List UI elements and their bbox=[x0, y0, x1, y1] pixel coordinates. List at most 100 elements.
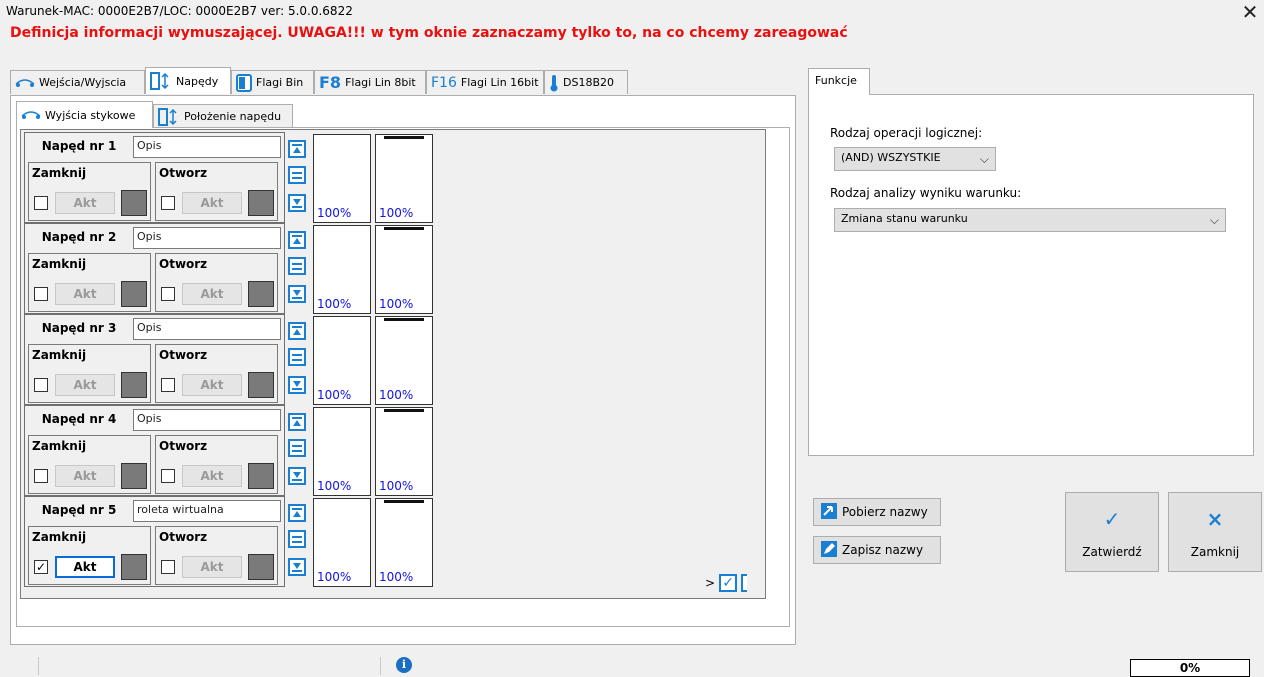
drive-icon bbox=[150, 72, 172, 90]
tab-flagi-bin[interactable]: Flagi Bin bbox=[231, 70, 314, 94]
open-checkbox[interactable] bbox=[161, 469, 175, 483]
close-checkbox[interactable] bbox=[34, 378, 48, 392]
download-names-icon bbox=[820, 502, 838, 523]
drive-down-button[interactable] bbox=[288, 558, 306, 576]
fetch-names-button[interactable]: Pobierz nazwy bbox=[813, 498, 941, 526]
position-percent: 100% bbox=[317, 206, 352, 220]
analysis-label: Rodzaj analizy wyniku warunku: bbox=[830, 186, 1022, 200]
drive-stop-button[interactable] bbox=[288, 166, 306, 184]
drive-down-button[interactable] bbox=[288, 194, 306, 212]
close-group: Zamknij Akt bbox=[28, 162, 151, 221]
drive-stop-button[interactable] bbox=[288, 348, 306, 366]
drive-stop-button[interactable] bbox=[288, 530, 306, 548]
tilt-percent: 100% bbox=[379, 206, 414, 220]
tab-wejscia-wyjscia[interactable]: Wejścia/Wyjscia bbox=[10, 70, 145, 94]
partial-button[interactable] bbox=[741, 574, 748, 592]
open-checkbox[interactable] bbox=[161, 287, 175, 301]
drive-up-button[interactable] bbox=[288, 322, 306, 340]
open-state-indicator bbox=[248, 463, 274, 489]
open-group: Otworz Akt bbox=[155, 526, 278, 585]
edit-names-icon bbox=[820, 540, 838, 561]
open-checkbox[interactable] bbox=[161, 378, 175, 392]
tab-funkcje[interactable]: Funkcje bbox=[808, 68, 870, 95]
tab-ds18b20[interactable]: DS18B20 bbox=[544, 70, 628, 94]
drive-name: Napęd nr 2 bbox=[41, 230, 117, 244]
io-icon bbox=[15, 78, 35, 88]
next-page-button[interactable]: > bbox=[705, 576, 715, 590]
subtab-polozenie-napedu[interactable]: Położenie napędu bbox=[153, 104, 293, 128]
close-state-indicator bbox=[121, 281, 147, 307]
analysis-type-select[interactable]: Zmiana stanu warunku ⌵ bbox=[834, 208, 1226, 232]
close-icon: × bbox=[1206, 507, 1224, 531]
drive-up-button[interactable] bbox=[288, 231, 306, 249]
confirm-button[interactable]: ✓ Zatwierdź bbox=[1065, 492, 1159, 572]
window-title: Warunek-MAC: 0000E2B7/LOC: 0000E2B7 ver:… bbox=[6, 4, 353, 18]
drive-name: Napęd nr 3 bbox=[41, 321, 117, 335]
tilt-percent: 100% bbox=[379, 388, 414, 402]
close-group: Zamknij Akt bbox=[28, 435, 151, 494]
tab-label: Wyjścia stykowe bbox=[45, 108, 136, 122]
drive-down-button[interactable] bbox=[288, 467, 306, 485]
drive-up-button[interactable] bbox=[288, 504, 306, 522]
open-akt-button[interactable]: Akt bbox=[182, 465, 242, 487]
drive-description-input[interactable]: Opis bbox=[133, 136, 281, 158]
drive-up-button[interactable] bbox=[288, 140, 306, 158]
open-label: Otworz bbox=[159, 257, 208, 271]
open-checkbox[interactable] bbox=[161, 196, 175, 210]
tab-label: Flagi Bin bbox=[256, 76, 304, 89]
close-checkbox[interactable] bbox=[34, 196, 48, 210]
close-akt-button[interactable]: Akt bbox=[55, 465, 115, 487]
close-group: Zamknij ✓ Akt bbox=[28, 526, 151, 585]
drive-tilt-box: 100% bbox=[375, 225, 433, 314]
drive-tilt-box: 100% bbox=[375, 407, 433, 496]
open-group: Otworz Akt bbox=[155, 344, 278, 403]
drive-down-button[interactable] bbox=[288, 376, 306, 394]
tab-label: Flagi Lin 8bit bbox=[345, 76, 416, 89]
drive-description-input[interactable]: Opis bbox=[133, 409, 281, 431]
close-akt-button[interactable]: Akt bbox=[55, 374, 115, 396]
drive-description-input[interactable]: roleta wirtualna bbox=[133, 500, 281, 522]
drive-stop-button[interactable] bbox=[288, 439, 306, 457]
close-checkbox[interactable] bbox=[34, 287, 48, 301]
open-state-indicator bbox=[248, 190, 274, 216]
open-checkbox[interactable] bbox=[161, 560, 175, 574]
drive-description-input[interactable]: Opis bbox=[133, 227, 281, 249]
close-akt-button[interactable]: Akt bbox=[55, 283, 115, 305]
drive-up-button[interactable] bbox=[288, 413, 306, 431]
open-akt-button[interactable]: Akt bbox=[182, 556, 242, 578]
info-icon[interactable]: i bbox=[396, 657, 412, 673]
window-close-button[interactable]: ✕ bbox=[1238, 1, 1262, 23]
drive-stop-button[interactable] bbox=[288, 257, 306, 275]
tab-label: Położenie napędu bbox=[184, 110, 282, 123]
open-akt-button[interactable]: Akt bbox=[182, 374, 242, 396]
drive-icon bbox=[158, 107, 180, 126]
open-akt-button[interactable]: Akt bbox=[182, 283, 242, 305]
f8-icon: F8 bbox=[319, 73, 342, 92]
save-names-button[interactable]: Zapisz nazwy bbox=[813, 536, 941, 564]
drive-tilt-box: 100% bbox=[375, 498, 433, 587]
close-akt-button[interactable]: Akt bbox=[55, 192, 115, 214]
close-checkbox[interactable] bbox=[34, 469, 48, 483]
close-akt-button[interactable]: Akt bbox=[55, 556, 115, 578]
logic-operation-select[interactable]: (AND) WSZYSTKIE ⌵ bbox=[834, 147, 996, 171]
tab-flagi-lin-8bit[interactable]: F8 Flagi Lin 8bit bbox=[314, 70, 426, 94]
subtab-wyjscia-stykowe[interactable]: Wyjścia stykowe bbox=[16, 101, 153, 128]
close-button[interactable]: × Zamknij bbox=[1168, 492, 1262, 572]
tab-label: Wejścia/Wyjscia bbox=[39, 76, 127, 89]
close-state-indicator bbox=[121, 372, 147, 398]
close-label: Zamknij bbox=[32, 257, 87, 271]
tilt-percent: 100% bbox=[379, 479, 414, 493]
close-checkbox[interactable]: ✓ bbox=[34, 560, 48, 574]
f16-icon: F16 bbox=[431, 74, 457, 91]
drive-description-input[interactable]: Opis bbox=[133, 318, 281, 340]
open-akt-button[interactable]: Akt bbox=[182, 192, 242, 214]
drive-position-box: 100% bbox=[313, 134, 371, 223]
tab-flagi-lin-16bit[interactable]: F16 Flagi Lin 16bit bbox=[426, 70, 544, 94]
tilt-percent: 100% bbox=[379, 570, 414, 584]
analysis-type-value: Zmiana stanu warunku bbox=[841, 212, 968, 225]
select-all-icon[interactable]: ✓ bbox=[719, 574, 738, 592]
checkmark-icon: ✓ bbox=[1103, 507, 1121, 531]
drive-tilt-box: 100% bbox=[375, 316, 433, 405]
tab-napedy[interactable]: Napędy bbox=[145, 67, 231, 94]
drive-down-button[interactable] bbox=[288, 285, 306, 303]
